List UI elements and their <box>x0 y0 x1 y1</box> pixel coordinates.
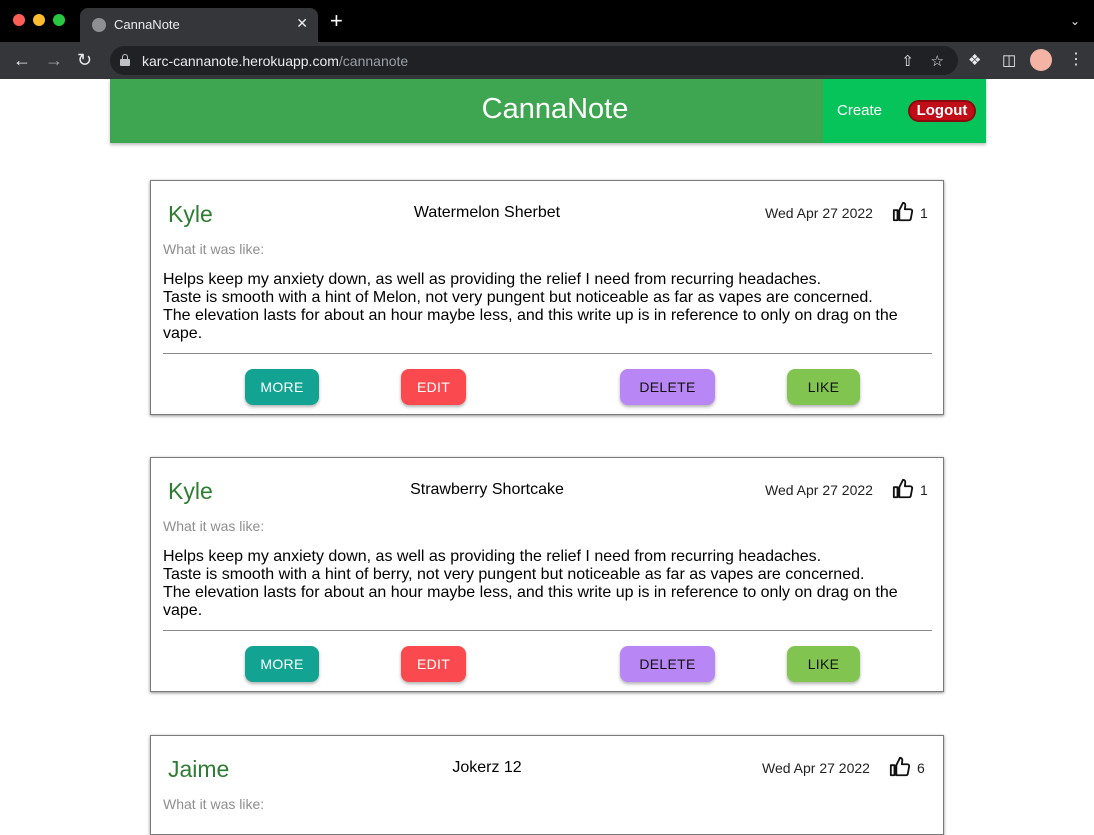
url-text[interactable]: karc-cannanote.herokuapp.com/cannanote <box>142 53 408 69</box>
header-actions: Create Logout <box>823 79 986 143</box>
globe-icon <box>92 18 106 32</box>
thumbs-up-icon[interactable] <box>889 756 911 778</box>
post-label: What it was like: <box>163 518 265 534</box>
tab-title: CannaNote <box>114 17 180 32</box>
post-date: Wed Apr 27 2022 <box>762 760 870 776</box>
post-label: What it was like: <box>163 241 265 257</box>
forward-icon[interactable]: → <box>45 50 63 70</box>
delete-button[interactable]: DELETE <box>620 369 715 405</box>
post-date: Wed Apr 27 2022 <box>765 482 873 498</box>
menu-icon[interactable]: ⋮ <box>1068 49 1084 69</box>
thumbs-up-icon[interactable] <box>892 201 914 223</box>
star-icon[interactable]: ☆ <box>931 52 944 70</box>
lock-icon[interactable] <box>120 54 130 66</box>
more-button[interactable]: MORE <box>245 646 319 682</box>
post-card: Jaime Jokerz 12 Wed Apr 27 2022 6 What i… <box>150 735 944 835</box>
maximize-window-button[interactable] <box>53 14 65 26</box>
post-body-line: Taste is smooth with a hint of Melon, no… <box>163 289 873 306</box>
post-body-line: Helps keep my anxiety down, as well as p… <box>163 548 822 565</box>
minimize-window-button[interactable] <box>33 14 45 26</box>
extensions-icon[interactable]: ❖ <box>968 51 981 69</box>
thumbs-up-icon[interactable] <box>892 478 914 500</box>
like-button[interactable]: LIKE <box>787 369 860 405</box>
edit-button[interactable]: EDIT <box>401 646 466 682</box>
like-count: 6 <box>917 760 925 776</box>
url-host: karc-cannanote.herokuapp.com <box>142 53 339 69</box>
post-body-line: vape. <box>163 602 203 619</box>
post-body-line: vape. <box>163 325 203 342</box>
tab-search-icon[interactable]: ⌄ <box>1070 14 1080 28</box>
create-link[interactable]: Create <box>837 102 882 119</box>
like-count: 1 <box>920 205 928 221</box>
post-label: What it was like: <box>163 796 265 812</box>
divider <box>163 630 932 631</box>
tab-close-icon[interactable]: ✕ <box>296 15 308 32</box>
browser-tab[interactable]: CannaNote ✕ <box>80 8 318 42</box>
post-card: Kyle Strawberry Shortcake Wed Apr 27 202… <box>150 457 944 692</box>
post-card: Kyle Watermelon Sherbet Wed Apr 27 2022 … <box>150 180 944 415</box>
post-strain: Watermelon Sherbet <box>413 204 561 221</box>
back-icon[interactable]: ← <box>13 50 31 70</box>
post-strain: Strawberry Shortcake <box>410 481 564 498</box>
like-count: 1 <box>920 482 928 498</box>
logout-button[interactable]: Logout <box>908 100 976 122</box>
reload-icon[interactable]: ↻ <box>77 50 92 70</box>
close-window-button[interactable] <box>13 14 25 26</box>
url-path: /cannanote <box>338 53 409 69</box>
edit-button[interactable]: EDIT <box>401 369 466 405</box>
post-body: Helps keep my anxiety down, as well as p… <box>163 548 933 620</box>
app-header: CannaNote Create Logout <box>110 79 986 143</box>
divider <box>163 353 932 354</box>
post-body-line: The elevation lasts for about an hour ma… <box>163 307 898 324</box>
share-icon[interactable]: ⇧ <box>901 52 914 70</box>
side-panel-icon[interactable]: ◫ <box>1002 51 1016 69</box>
browser-toolbar: ← → ↻ karc-cannanote.herokuapp.com/canna… <box>0 42 1094 79</box>
post-strain: Jokerz 12 <box>452 759 522 776</box>
new-tab-icon[interactable]: + <box>330 10 343 32</box>
like-button[interactable]: LIKE <box>787 646 860 682</box>
post-date: Wed Apr 27 2022 <box>765 205 873 221</box>
post-body: Helps keep my anxiety down, as well as p… <box>163 271 933 343</box>
browser-tab-bar: CannaNote ✕ + ⌄ <box>0 0 1094 42</box>
post-body-line: Taste is smooth with a hint of berry, no… <box>163 566 865 583</box>
avatar[interactable] <box>1030 49 1052 71</box>
more-button[interactable]: MORE <box>245 369 319 405</box>
post-body-line: The elevation lasts for about an hour ma… <box>163 584 898 601</box>
post-body-line: Helps keep my anxiety down, as well as p… <box>163 271 822 288</box>
delete-button[interactable]: DELETE <box>620 646 715 682</box>
address-bar[interactable]: karc-cannanote.herokuapp.com/cannanote ⇧… <box>110 46 958 75</box>
